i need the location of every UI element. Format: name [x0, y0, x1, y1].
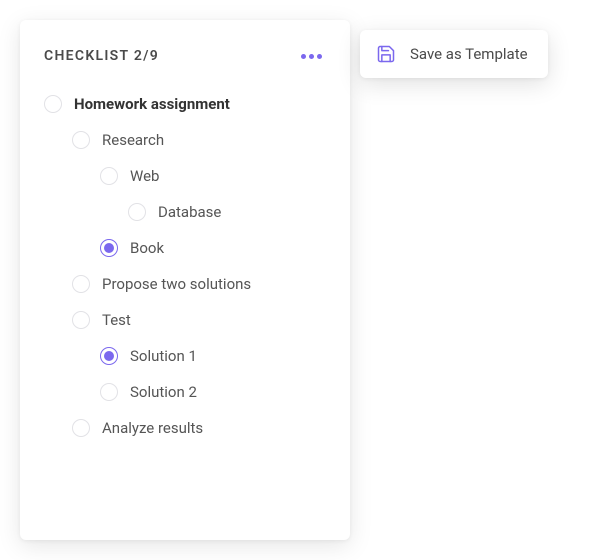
card-header: CHECKLIST 2/9 — [44, 48, 326, 64]
dot-icon — [301, 54, 306, 59]
checklist-item[interactable]: Homework assignment — [44, 86, 326, 122]
checklist-item-label: Analyze results — [102, 419, 203, 437]
radio-icon[interactable] — [100, 239, 118, 257]
checklist-card: CHECKLIST 2/9 Homework assignment Researc… — [20, 20, 350, 540]
more-options-button[interactable] — [297, 50, 326, 63]
save-as-template-menu-item[interactable]: Save as Template — [360, 30, 548, 78]
radio-icon[interactable] — [44, 95, 62, 113]
checklist-item[interactable]: Book — [100, 230, 326, 266]
checklist-item[interactable]: Database — [128, 194, 326, 230]
checklist-item-label: Solution 1 — [130, 347, 197, 365]
radio-icon[interactable] — [72, 419, 90, 437]
radio-icon[interactable] — [72, 311, 90, 329]
checklist-item-label: Homework assignment — [74, 95, 230, 113]
checklist-item[interactable]: Solution 1 — [100, 338, 326, 374]
radio-icon[interactable] — [72, 131, 90, 149]
radio-icon[interactable] — [72, 275, 90, 293]
checklist-item-label: Solution 2 — [130, 383, 197, 401]
checklist-item-label: Research — [102, 131, 164, 149]
checklist-item-label: Test — [102, 311, 131, 329]
checklist-item[interactable]: Propose two solutions — [72, 266, 326, 302]
card-title: CHECKLIST 2/9 — [44, 48, 159, 64]
checklist-item[interactable]: Web — [100, 158, 326, 194]
checklist-item[interactable]: Solution 2 — [100, 374, 326, 410]
checklist-item[interactable]: Research — [72, 122, 326, 158]
checklist-item[interactable]: Analyze results — [72, 410, 326, 446]
radio-icon[interactable] — [100, 167, 118, 185]
checklist-tree: Homework assignment Research Web Database Bo… — [44, 86, 326, 446]
save-icon — [376, 44, 396, 64]
checklist-item[interactable]: Test — [72, 302, 326, 338]
radio-icon[interactable] — [100, 383, 118, 401]
save-as-template-label: Save as Template — [410, 45, 528, 63]
radio-icon[interactable] — [100, 347, 118, 365]
dot-icon — [309, 54, 314, 59]
checklist-item-label: Book — [130, 239, 164, 257]
checklist-item-label: Database — [158, 203, 221, 221]
dot-icon — [317, 54, 322, 59]
checklist-item-label: Propose two solutions — [102, 275, 251, 293]
radio-icon[interactable] — [128, 203, 146, 221]
checklist-item-label: Web — [130, 167, 159, 185]
